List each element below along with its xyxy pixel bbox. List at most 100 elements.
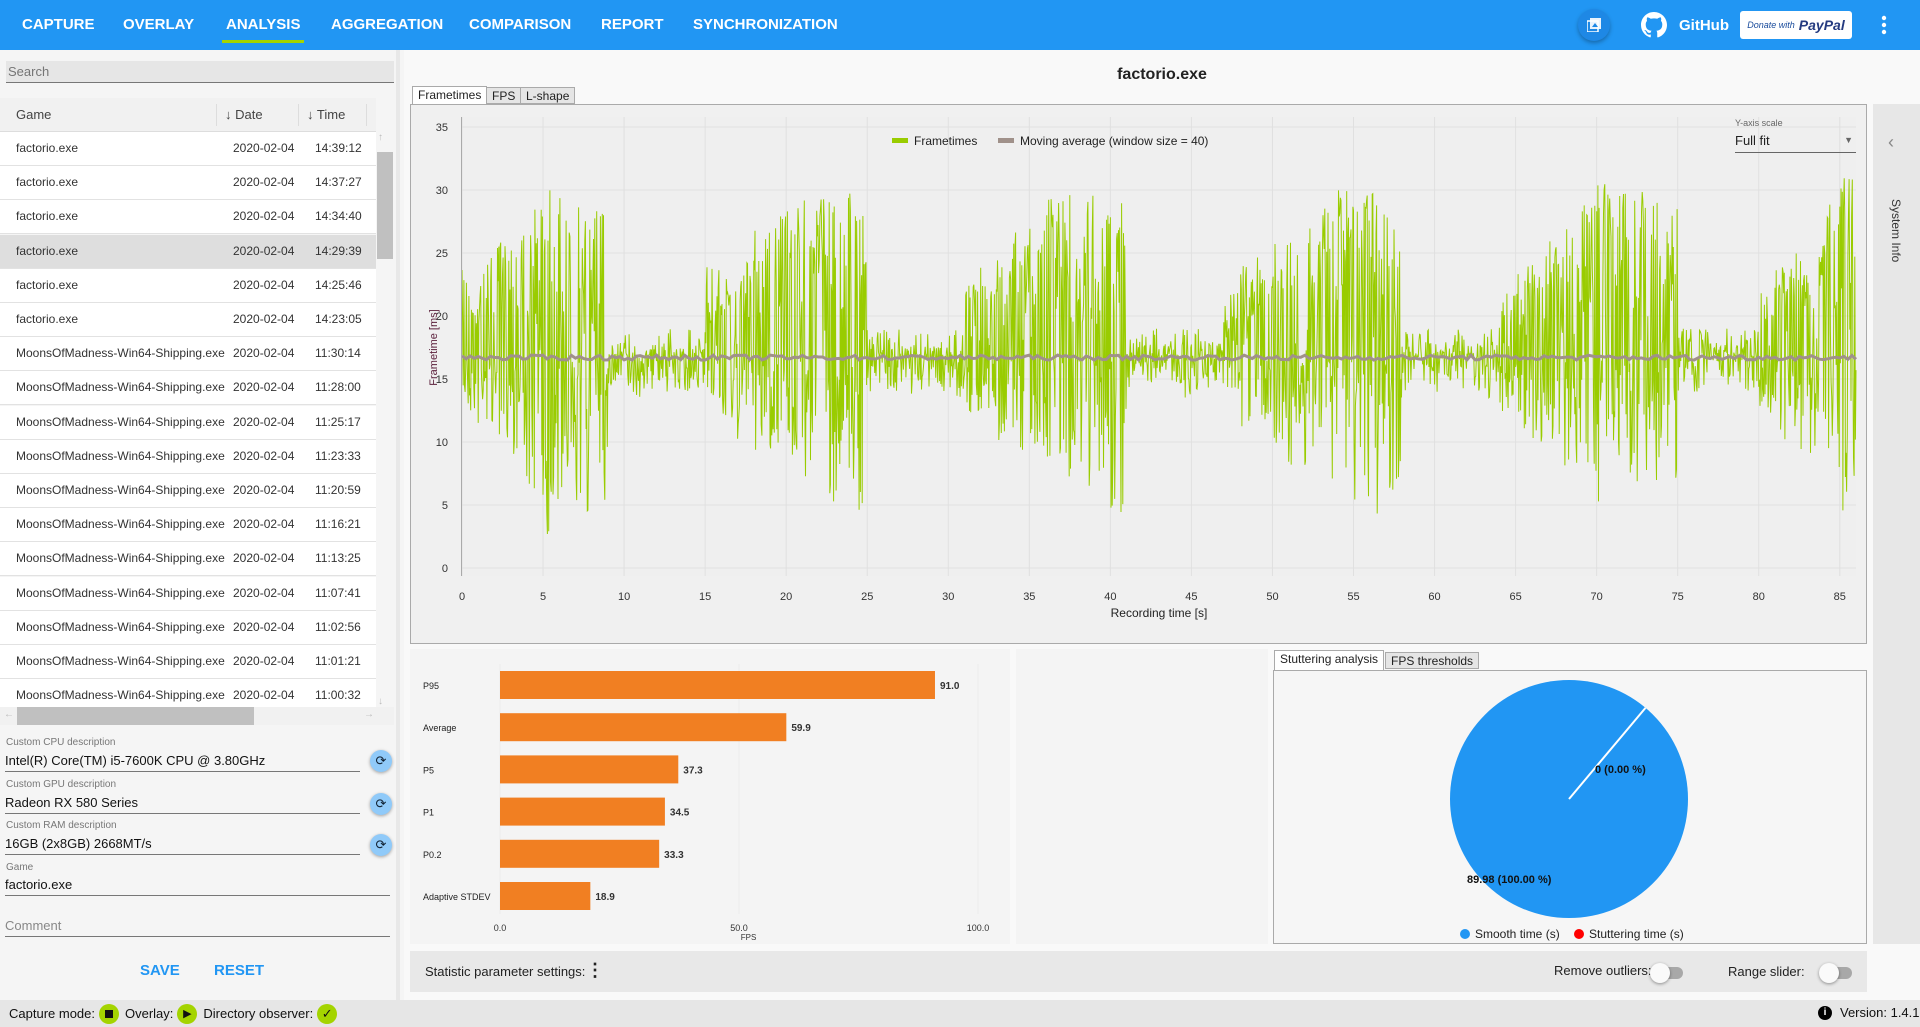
nav-tab-capture[interactable]: CAPTURE: [22, 0, 95, 50]
cell-time: 14:34:40: [315, 209, 362, 224]
version-label: Version: 1.4.1: [1840, 1005, 1920, 1020]
dropdown-arrow-icon: ▼: [1844, 135, 1853, 145]
vertical-scroll-thumb[interactable]: [377, 152, 393, 259]
game-label: Game: [6, 862, 34, 873]
bar-value-label: 33.3: [664, 850, 684, 861]
directory-observer-button[interactable]: ✓: [317, 1003, 338, 1024]
bar-value-label: 59.9: [791, 723, 811, 734]
table-row[interactable]: MoonsOfMadness-Win64-Shipping.exe 2020-02…: [0, 439, 376, 474]
legend-label-moving-average: Moving average (window size = 40): [1020, 134, 1208, 148]
cell-game: MoonsOfMadness-Win64-Shipping.exe: [16, 619, 225, 634]
ram-reset-button[interactable]: ⟳: [370, 834, 392, 856]
cpu-reset-button[interactable]: ⟳: [370, 750, 392, 772]
gpu-reset-button[interactable]: ⟳: [370, 793, 392, 815]
chevron-left-icon[interactable]: ‹: [1888, 132, 1894, 153]
column-header-game[interactable]: Game: [16, 98, 51, 132]
frametimes-chart: 051015202530350 5 10 15 20 25 30 35 40 45 50 55 60 65…: [428, 117, 1858, 620]
bar-adaptive-stdev: [500, 882, 591, 910]
y-tick-label: 30: [436, 185, 448, 197]
overlay-play-button[interactable]: ▶: [177, 1003, 198, 1024]
scroll-right-arrow-icon[interactable]: →: [364, 709, 374, 720]
table-row[interactable]: MoonsOfMadness-Win64-Shipping.exe 2020-02…: [0, 474, 376, 508]
stuttering-pie-chart: 0 (0.00 %) 89.98 (100.00 %) Smooth time (s…: [1450, 680, 1688, 941]
scroll-down-arrow-icon[interactable]: ↓: [378, 696, 383, 707]
gpu-description-input[interactable]: Radeon RX 580 Series: [5, 795, 360, 814]
list-vertical-scrollbar[interactable]: ↑ ↓: [376, 132, 394, 707]
cell-game: MoonsOfMadness-Win64-Shipping.exe: [16, 654, 225, 668]
table-row[interactable]: MoonsOfMadness-Win64-Shipping.exe 2020-02…: [0, 508, 376, 543]
cpu-description-input[interactable]: Intel(R) Core(TM) i5-7600K CPU @ 3.80GHz: [5, 753, 360, 772]
remove-outliers-toggle[interactable]: [1650, 963, 1683, 983]
search-input[interactable]: [6, 61, 394, 83]
tab-fps[interactable]: FPS: [486, 87, 522, 104]
table-row[interactable]: factorio.exe 2020-02-04 14:37:27: [0, 166, 376, 201]
nav-tab-synchronization[interactable]: SYNCHRONIZATION: [693, 0, 838, 50]
x-tick-label: 25: [861, 591, 873, 603]
table-row[interactable]: MoonsOfMadness-Win64-Shipping.exe 2020-02…: [0, 610, 376, 645]
info-icon[interactable]: i: [1818, 1005, 1832, 1020]
list-horizontal-scrollbar[interactable]: ← →: [0, 707, 394, 725]
table-row[interactable]: MoonsOfMadness-Win64-Shipping.exe 2020-02…: [0, 337, 376, 372]
more-menu-button[interactable]: [1881, 14, 1887, 36]
legend-swatch-moving-average: [998, 138, 1014, 143]
comment-input[interactable]: Comment: [5, 918, 390, 937]
nav-tab-aggregation[interactable]: AGGREGATION: [331, 0, 443, 50]
scroll-left-arrow-icon[interactable]: ←: [4, 709, 14, 720]
cell-game: factorio.exe: [16, 312, 79, 326]
cell-time: 11:02:56: [315, 619, 361, 634]
table-row[interactable]: MoonsOfMadness-Win64-Shipping.exe 2020-02…: [0, 405, 376, 440]
table-row[interactable]: factorio.exe 2020-02-04 14:25:46: [0, 268, 376, 303]
y-axis-label: Frametime [ms]: [428, 309, 440, 385]
cell-game: factorio.exe: [16, 141, 79, 155]
system-info-sidebar[interactable]: ‹ System Info: [1873, 104, 1920, 944]
table-row[interactable]: factorio.exe 2020-02-04 14:34:40: [0, 200, 376, 235]
bar-p0-2: [500, 839, 660, 868]
range-slider-toggle[interactable]: [1819, 963, 1852, 983]
cell-date: 2020-02-04: [233, 175, 295, 190]
table-row[interactable]: factorio.exe 2020-02-04 14:29:39: [0, 234, 376, 269]
save-button[interactable]: SAVE: [140, 962, 180, 979]
page-title: factorio.exe: [1117, 66, 1207, 83]
nav-tab-overlay[interactable]: OVERLAY: [123, 0, 194, 50]
table-row[interactable]: MoonsOfMadness-Win64-Shipping.exe 2020-02…: [0, 576, 376, 611]
reset-button[interactable]: RESET: [214, 962, 264, 979]
table-row[interactable]: factorio.exe 2020-02-04 14:39:12: [0, 132, 376, 166]
donate-paypal-button[interactable]: Donate with PayPal: [1740, 11, 1852, 39]
x-tick-label: 35: [1023, 591, 1035, 603]
table-row[interactable]: MoonsOfMadness-Win64-Shipping.exe 2020-02…: [0, 371, 376, 406]
ram-description-label: Custom RAM description: [6, 820, 117, 831]
cell-date: 2020-02-04: [233, 654, 295, 668]
nav-tab-analysis[interactable]: ANALYSIS: [221, 0, 305, 50]
directory-observer-label: Directory observer:: [203, 1006, 314, 1021]
cell-game: MoonsOfMadness-Win64-Shipping.exe: [16, 585, 225, 600]
horizontal-scroll-thumb[interactable]: [17, 707, 254, 725]
more-vert-icon[interactable]: ⋮: [586, 960, 604, 981]
nav-tab-report[interactable]: REPORT: [601, 0, 664, 50]
system-info-label: System Info: [1889, 199, 1903, 263]
ram-description-input[interactable]: 16GB (2x8GB) 2668MT/s: [5, 836, 360, 855]
tab-stuttering-analysis[interactable]: Stuttering analysis: [1274, 650, 1385, 670]
image-gallery-icon: [1587, 18, 1601, 32]
x-tick-label: 55: [1347, 591, 1359, 603]
x-tick-label: 60: [1428, 591, 1440, 603]
stuttering-pie-panel: 0 (0.00 %) 89.98 (100.00 %) Smooth time (s…: [1273, 670, 1867, 944]
game-input[interactable]: factorio.exe: [5, 877, 390, 896]
table-row[interactable]: MoonsOfMadness-Win64-Shipping.exe 2020-02…: [0, 542, 376, 577]
scroll-up-arrow-icon[interactable]: ↑: [378, 132, 383, 143]
cell-time: 14:25:46: [315, 277, 362, 292]
screenshot-gallery-button[interactable]: [1578, 9, 1610, 41]
overlay-label: Overlay:: [125, 1006, 174, 1021]
tab-l-shape[interactable]: L-shape: [520, 87, 576, 104]
y-axis-scale-dropdown[interactable]: Full fit ▼: [1735, 133, 1856, 153]
nav-tab-comparison[interactable]: COMPARISON: [469, 0, 571, 50]
x-tick-label: 45: [1185, 591, 1197, 603]
tab-frametimes[interactable]: Frametimes: [412, 86, 488, 105]
cell-date: 2020-02-04: [233, 277, 295, 292]
table-row[interactable]: factorio.exe 2020-02-04 14:23:05: [0, 303, 376, 337]
column-header-date[interactable]: ↓ Date: [225, 98, 263, 132]
capture-mode-stop-button[interactable]: [99, 1003, 119, 1024]
github-link[interactable]: GitHub: [1641, 12, 1729, 38]
column-header-time[interactable]: ↓ Time: [307, 98, 345, 132]
table-row[interactable]: MoonsOfMadness-Win64-Shipping.exe 2020-02…: [0, 645, 376, 679]
tab-fps-thresholds[interactable]: FPS thresholds: [1385, 652, 1480, 669]
